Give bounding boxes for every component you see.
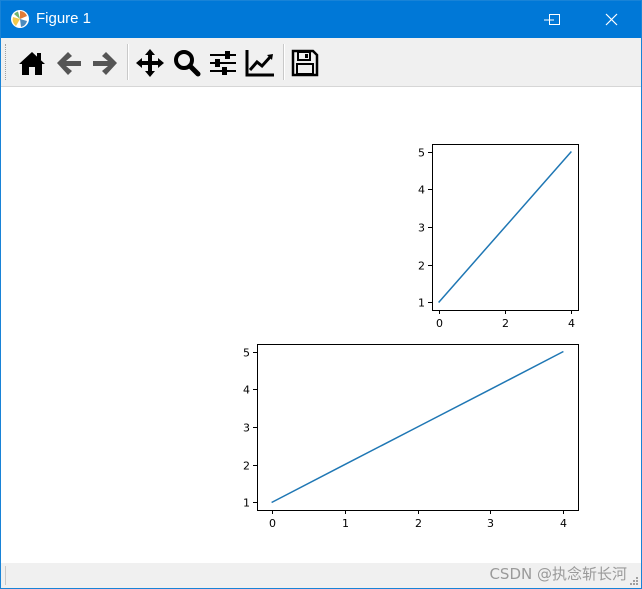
axes-2-ytick-label: 4 — [243, 384, 250, 397]
axes-2-xtick-label: 0 — [269, 517, 276, 530]
axes-1-ytick-label: 4 — [418, 184, 425, 197]
pan-button[interactable] — [134, 47, 166, 79]
matplotlib-app-icon — [10, 9, 30, 29]
axes-2-ytick-label: 1 — [243, 497, 250, 510]
magnifier-icon — [174, 50, 201, 77]
line-chart-icon — [245, 50, 274, 77]
resize-grip-icon[interactable] — [629, 576, 639, 586]
axes-2-xtick-label: 2 — [415, 517, 422, 530]
home-icon — [19, 52, 45, 75]
home-button[interactable] — [16, 47, 48, 79]
axes-1-ytick-label: 5 — [418, 147, 425, 160]
watermark-text: CSDN @执念斩长河 — [489, 565, 627, 583]
status-grip — [5, 566, 7, 585]
arrow-left-icon — [57, 52, 81, 75]
axes-1-xtick-label: 0 — [436, 317, 443, 330]
axes-1-ytick-label: 2 — [418, 260, 425, 273]
axes-2-xtick-label: 3 — [487, 517, 494, 530]
axes-1-ytick-label: 3 — [418, 222, 425, 235]
status-bar: CSDN @执念斩长河 — [1, 563, 641, 588]
move-icon — [136, 49, 164, 77]
maximize-icon — [549, 14, 560, 25]
sliders-icon — [210, 51, 236, 75]
title-bar[interactable]: Figure 1 — [1, 1, 641, 38]
axes-2-ytick-label: 5 — [243, 347, 250, 360]
axes-2-xtick-label: 4 — [560, 517, 567, 530]
axes-1-xtick-label: 4 — [568, 317, 575, 330]
toolbar-separator — [283, 44, 285, 80]
toolbar-separator — [127, 44, 129, 80]
axes-2-ytick-label: 3 — [243, 422, 250, 435]
close-icon — [605, 13, 618, 26]
maximize-button[interactable] — [531, 1, 577, 38]
arrow-right-icon — [93, 52, 117, 75]
axes-2-ytick-label: 2 — [243, 460, 250, 473]
save-button[interactable] — [289, 47, 321, 79]
figure-canvas[interactable]: 024123450123412345 — [1, 87, 641, 563]
floppy-disk-icon — [291, 49, 319, 77]
toolbar-grip[interactable] — [5, 44, 8, 80]
axes-1-ytick-label: 1 — [418, 297, 425, 310]
edit-axes-button[interactable] — [244, 47, 276, 79]
close-button[interactable] — [589, 1, 635, 38]
configure-subplots-button[interactable] — [207, 47, 239, 79]
axes-2-xtick-label: 1 — [342, 517, 349, 530]
navigation-toolbar — [1, 38, 641, 87]
plot-area: 0 2 4123450 1 2 3 412345 — [243, 144, 579, 530]
figure-window: Figure 1 0 2 4 1 2 3 4 5 0 1 2 3 4 1 2 3… — [0, 0, 642, 589]
axes-1-xtick-label: 2 — [502, 317, 509, 330]
window-title: Figure 1 — [36, 10, 92, 27]
forward-button[interactable] — [89, 47, 121, 79]
back-button[interactable] — [53, 47, 85, 79]
zoom-button[interactable] — [171, 47, 203, 79]
